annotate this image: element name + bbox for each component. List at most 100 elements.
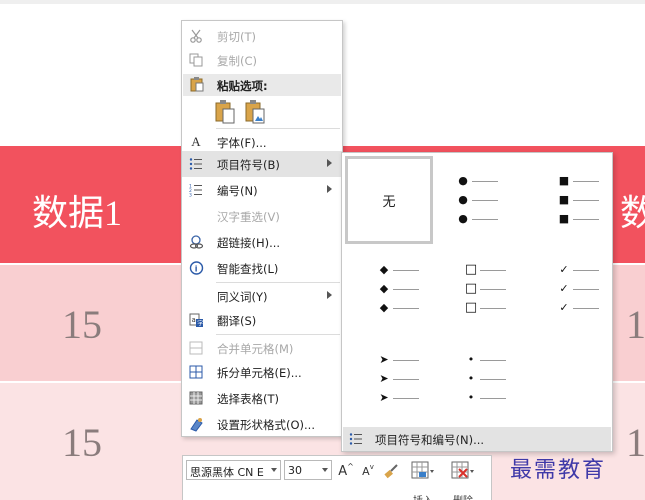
increase-font-icon: A	[338, 463, 348, 479]
paste-keep-formatting-button[interactable]	[214, 99, 238, 125]
numbered-list-icon: 123	[188, 182, 204, 198]
submenu-arrow-icon	[327, 185, 332, 193]
checkmark-bullet-icon: ✓	[559, 300, 569, 314]
hollow-square-bullet-icon: □	[464, 280, 478, 296]
bullet-library-submenu: 无 ● ● ● ■ ■ ■ ◆ ◆ ◆ □ □ □ ✓ ✓ ✓ ➤ ➤ ➤ • …	[341, 152, 613, 452]
delete-label: 删除	[453, 492, 473, 500]
menu-item-label: 超链接(H)...	[217, 236, 281, 250]
table-header-cell-partial[interactable]: 数	[620, 184, 645, 236]
bullets-and-numbering-label: 项目符号和编号(N)...	[375, 433, 485, 447]
delete-table-icon	[451, 461, 474, 479]
chevron-down-icon	[271, 468, 277, 472]
menu-item-label: 翻译(S)	[217, 314, 257, 328]
arrow-bullet-icon: ➤	[379, 352, 389, 366]
menu-item-smart-lookup[interactable]: i 智能查找(L)	[182, 255, 342, 281]
font-icon: A	[191, 134, 201, 149]
bullet-option-diamond[interactable]: ◆ ◆ ◆	[345, 248, 433, 336]
menu-item-label: 汉字重选(V)	[217, 210, 280, 224]
bullet-list-icon	[349, 431, 365, 447]
small-dot-bullet-icon: •	[467, 390, 475, 404]
watermark-logo: 最需教育	[510, 458, 607, 483]
arrow-bullet-icon: ➤	[379, 371, 389, 385]
menu-item-format-shape[interactable]: 设置形状格式(O)...	[182, 411, 342, 437]
decrease-font-button[interactable]: Av	[359, 460, 377, 482]
menu-item-merge-cells[interactable]: 合并单元格(M)	[182, 335, 342, 361]
filled-circle-bullet-icon: ●	[458, 192, 468, 206]
submenu-arrow-icon	[327, 291, 332, 299]
split-cells-icon	[188, 364, 204, 380]
filled-circle-bullet-icon: ●	[458, 173, 468, 187]
font-size-value: 30	[288, 464, 302, 477]
menu-item-label: 合并单元格(M)	[217, 342, 294, 356]
diamond-bullet-icon: ◆	[379, 262, 389, 276]
small-dot-bullet-icon: •	[467, 352, 475, 366]
mini-toolbar: 思源黑体 CN E 30 A^ Av 插入 删除	[182, 455, 492, 500]
increase-font-button[interactable]: A ^	[337, 460, 355, 482]
diamond-bullet-icon: ◆	[379, 300, 389, 314]
menu-item-split-cells[interactable]: 拆分单元格(E)...	[182, 359, 342, 385]
bullet-option-none[interactable]: 无	[345, 156, 433, 244]
bullet-option-filled-round[interactable]: ● ● ●	[434, 156, 522, 244]
menu-item-copy[interactable]: 复制(C)	[182, 47, 342, 73]
paste-options-label: 粘贴选项:	[217, 79, 268, 93]
menu-item-label: 智能查找(L)	[217, 262, 279, 276]
filled-square-bullet-icon: ■	[558, 173, 570, 187]
merge-cells-icon	[188, 340, 204, 356]
filled-square-bullet-icon: ■	[558, 211, 570, 225]
bullet-option-small-dot[interactable]: • • •	[434, 340, 522, 428]
menu-item-label: 编号(N)	[217, 184, 258, 198]
format-painter-icon	[384, 464, 398, 479]
table-cell[interactable]: 15	[62, 301, 102, 348]
bullet-none-label: 无	[382, 194, 396, 210]
bullet-option-filled-square[interactable]: ■ ■ ■	[523, 156, 611, 244]
menu-item-translate[interactable]: a字 翻译(S)	[182, 307, 342, 333]
insert-table-icon	[411, 461, 434, 479]
hollow-square-bullet-icon: □	[464, 261, 478, 277]
table-cell-partial[interactable]: 1	[626, 301, 645, 348]
link-icon	[188, 234, 204, 250]
paste-as-picture-button[interactable]	[244, 99, 268, 125]
menu-item-label: 字体(F)...	[217, 136, 267, 150]
filled-square-bullet-icon: ■	[558, 192, 570, 206]
hollow-square-bullet-icon: □	[464, 299, 478, 315]
font-name-dropdown[interactable]: 思源黑体 CN E	[186, 460, 281, 480]
menu-item-numbering[interactable]: 123 编号(N)	[182, 177, 342, 203]
delete-button[interactable]	[449, 460, 477, 482]
menu-item-label: 同义词(Y)	[217, 290, 268, 304]
menu-item-select-table[interactable]: 选择表格(T)	[182, 385, 342, 411]
table-header-cell[interactable]: 数据1	[32, 184, 122, 236]
top-rule	[0, 0, 645, 4]
menu-item-label: 剪切(T)	[217, 30, 256, 44]
insert-button[interactable]	[409, 460, 437, 482]
menu-item-synonyms[interactable]: 同义词(Y)	[182, 283, 342, 309]
small-dot-bullet-icon: •	[467, 371, 475, 385]
menu-item-label: 选择表格(T)	[217, 392, 279, 406]
bullet-option-arrow[interactable]: ➤ ➤ ➤	[345, 340, 433, 428]
diamond-bullet-icon: ◆	[379, 281, 389, 295]
decrease-font-icon: A	[362, 464, 370, 478]
paste-picture-icon	[245, 100, 265, 124]
context-menu: 剪切(T) 复制(C) 粘贴选项: A 字体(F)... 项目符号(B) 123…	[181, 20, 343, 437]
svg-text:字: 字	[197, 319, 203, 327]
bullet-option-hollow-square[interactable]: □ □ □	[434, 248, 522, 336]
bullet-list-icon	[188, 156, 204, 172]
clipboard-icon	[189, 76, 205, 92]
format-painter-button[interactable]	[381, 460, 401, 482]
menu-item-label: 项目符号(B)	[217, 158, 280, 172]
menu-item-label: 复制(C)	[217, 54, 258, 68]
font-size-dropdown[interactable]: 30	[284, 460, 332, 480]
menu-item-label: 设置形状格式(O)...	[217, 418, 315, 432]
format-shape-icon	[188, 416, 204, 432]
bullets-and-numbering-button[interactable]: 项目符号和编号(N)...	[343, 427, 611, 451]
table-cell[interactable]: 15	[62, 419, 102, 466]
menu-item-bullets[interactable]: 项目符号(B)	[182, 151, 342, 177]
menu-item-hanzi-reselect[interactable]: 汉字重选(V)	[182, 203, 342, 229]
paste-keep-formatting-icon	[215, 100, 235, 124]
submenu-arrow-icon	[327, 159, 332, 167]
checkmark-bullet-icon: ✓	[559, 281, 569, 295]
menu-item-hyperlink[interactable]: 超链接(H)...	[182, 229, 342, 255]
paste-options-header: 粘贴选项:	[183, 74, 341, 96]
filled-circle-bullet-icon: ●	[458, 211, 468, 225]
menu-item-cut[interactable]: 剪切(T)	[182, 23, 342, 49]
bullet-option-checkmark[interactable]: ✓ ✓ ✓	[523, 248, 611, 336]
